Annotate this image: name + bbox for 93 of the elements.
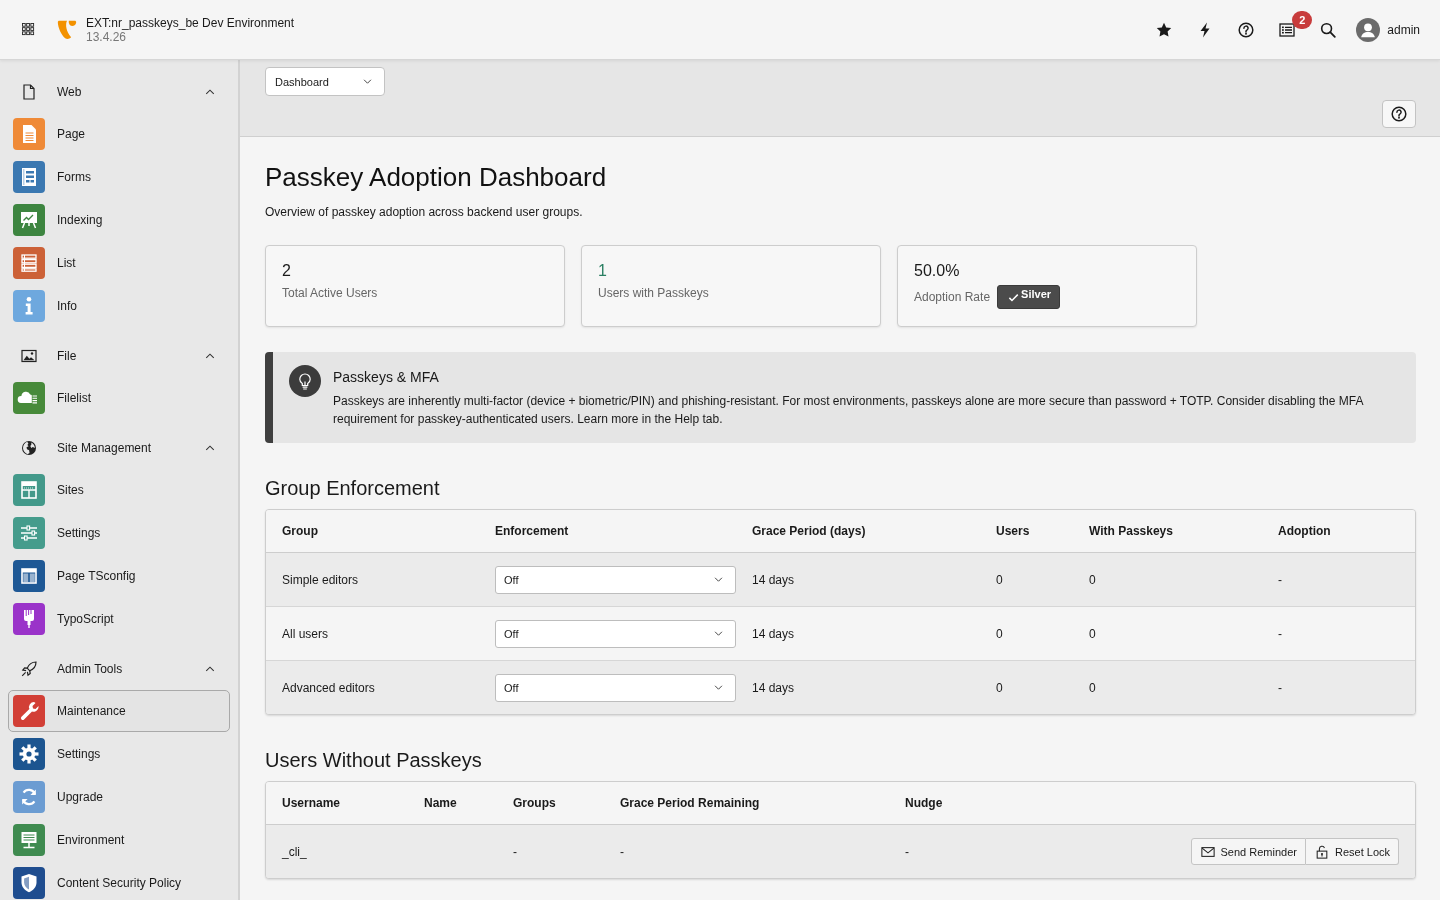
- grid-icon[interactable]: [21, 23, 35, 36]
- help-icon: [1391, 106, 1407, 122]
- user-menu-button[interactable]: admin: [1348, 9, 1428, 50]
- section-heading: Users Without Passkeys: [265, 748, 483, 772]
- reset-lock-button[interactable]: Reset Lock: [1305, 838, 1399, 865]
- unlocked-padlock-icon: [1314, 844, 1329, 859]
- globe-icon: [21, 439, 37, 456]
- column-header: Users: [995, 524, 1031, 538]
- column-header: Grace Period Remaining: [619, 796, 761, 810]
- table-cell-text: Simple editors: [281, 572, 360, 587]
- table-cell-text: -: [1277, 680, 1283, 695]
- stat-label: Users with Passkeys: [598, 285, 709, 301]
- enforcement-select[interactable]: Off: [495, 673, 736, 702]
- sidebar-item[interactable]: Indexing: [8, 199, 230, 241]
- sidebar-item[interactable]: TypoScript: [8, 598, 230, 640]
- sidebar-group-header[interactable]: Web: [0, 70, 238, 113]
- stat-value: 2: [282, 261, 292, 281]
- image-icon: [21, 347, 37, 364]
- sidebar-item[interactable]: Forms: [8, 156, 230, 198]
- logo-icon: [56, 18, 78, 41]
- sidebar-item[interactable]: Environment: [8, 819, 230, 861]
- column-header: Grace Period (days): [751, 524, 867, 538]
- search-icon[interactable]: [1319, 21, 1336, 38]
- rocket-icon: [21, 660, 37, 677]
- chevron-down-icon: [713, 574, 724, 585]
- callout-text: Passkeys are inherently multi-factor (device + biometric/PIN) and phishing-resistant. For most environments, passkeys alone are more secure than password + TOTP. Consider disabling the MFA requirement for passkey-authenticated users. Learn more in the Help tab.: [333, 393, 1365, 428]
- sidebar-group-header[interactable]: Site Management: [0, 426, 238, 469]
- table-cell-text: 0: [995, 626, 1004, 641]
- star-icon[interactable]: [1155, 21, 1172, 38]
- table-cell-text: 14 days: [751, 680, 796, 695]
- column-header: Nudge: [904, 796, 944, 810]
- table-cell-text: 0: [1088, 626, 1097, 641]
- table-cell-text: 0: [995, 572, 1004, 587]
- help-button[interactable]: [1382, 100, 1416, 128]
- table-cell-text: 0: [1088, 572, 1097, 587]
- module-select[interactable]: Dashboard: [265, 67, 385, 96]
- column-header: With Passkeys: [1088, 524, 1174, 538]
- check-icon: [1008, 291, 1020, 303]
- help-icon[interactable]: [1237, 21, 1254, 38]
- notification-count: 2: [1292, 10, 1313, 29]
- chevron-down-icon: [362, 76, 373, 87]
- stat-value: 50.0%: [914, 261, 961, 281]
- sidebar-item[interactable]: Content Security Policy: [8, 862, 230, 900]
- sidebar-item[interactable]: Settings: [8, 512, 230, 554]
- sidebar-item[interactable]: Upgrade: [8, 776, 230, 818]
- column-header: Adoption: [1277, 524, 1332, 538]
- sidebar-item[interactable]: Sites: [8, 469, 230, 511]
- send-reminder-button[interactable]: Send Reminder: [1190, 838, 1306, 865]
- sidebar-group-header[interactable]: File: [0, 334, 238, 377]
- lightbulb-icon: [289, 365, 321, 397]
- table-cell-text: All users: [281, 626, 329, 641]
- rating-text: Silver: [1021, 288, 1052, 300]
- table-cell-text: 14 days: [751, 626, 796, 641]
- table-cell-text: 0: [1088, 680, 1097, 695]
- table-cell-text: 0: [995, 680, 1004, 695]
- page-description: Overview of passkey adoption across backend user groups.: [265, 204, 584, 220]
- envelope-icon: [1200, 844, 1215, 859]
- column-header: Group: [281, 524, 319, 538]
- stat-value: 1: [598, 261, 608, 281]
- stat-label: Total Active Users: [282, 285, 378, 301]
- table-cell-text: _cli_: [281, 844, 308, 859]
- table-cell-text: -: [904, 844, 910, 859]
- column-header: Name: [423, 796, 458, 810]
- stat-label: Adoption Rate: [914, 289, 991, 305]
- site-title: EXT:nr_passkeys_be Dev Environment: [86, 15, 295, 30]
- enforcement-select[interactable]: Off: [495, 565, 736, 594]
- column-header: Groups: [512, 796, 557, 810]
- version-text: 13.4.26: [86, 29, 127, 44]
- table-cell-text: -: [619, 844, 625, 859]
- column-header: Username: [281, 796, 342, 810]
- table-cell-text: 14 days: [751, 572, 796, 587]
- sidebar-group-header[interactable]: Admin Tools: [0, 647, 238, 690]
- avatar-icon: [1356, 17, 1381, 42]
- section-heading: Group Enforcement: [265, 476, 441, 500]
- sidebar-item[interactable]: Page TSconfig: [8, 555, 230, 597]
- sidebar-item[interactable]: List: [8, 242, 230, 284]
- callout-title: Passkeys & MFA: [333, 368, 440, 386]
- chevron-down-icon: [713, 682, 724, 693]
- sidebar-item[interactable]: Filelist: [8, 377, 230, 419]
- table-cell-text: Advanced editors: [281, 680, 376, 695]
- list-icon[interactable]: [1278, 21, 1295, 38]
- sidebar-item[interactable]: Settings: [8, 733, 230, 775]
- table-cell-text: -: [512, 844, 518, 859]
- chevron-down-icon: [713, 628, 724, 639]
- sidebar-item[interactable]: Page: [8, 113, 230, 155]
- table-cell-text: -: [1277, 626, 1283, 641]
- table-cell-text: -: [1277, 572, 1283, 587]
- column-header: Enforcement: [494, 524, 570, 538]
- sidebar-item[interactable]: Info: [8, 285, 230, 327]
- page-title: Passkey Adoption Dashboard: [265, 162, 608, 192]
- document-icon: [21, 83, 37, 100]
- enforcement-select[interactable]: Off: [495, 619, 736, 648]
- sidebar-item[interactable]: Maintenance: [8, 690, 230, 732]
